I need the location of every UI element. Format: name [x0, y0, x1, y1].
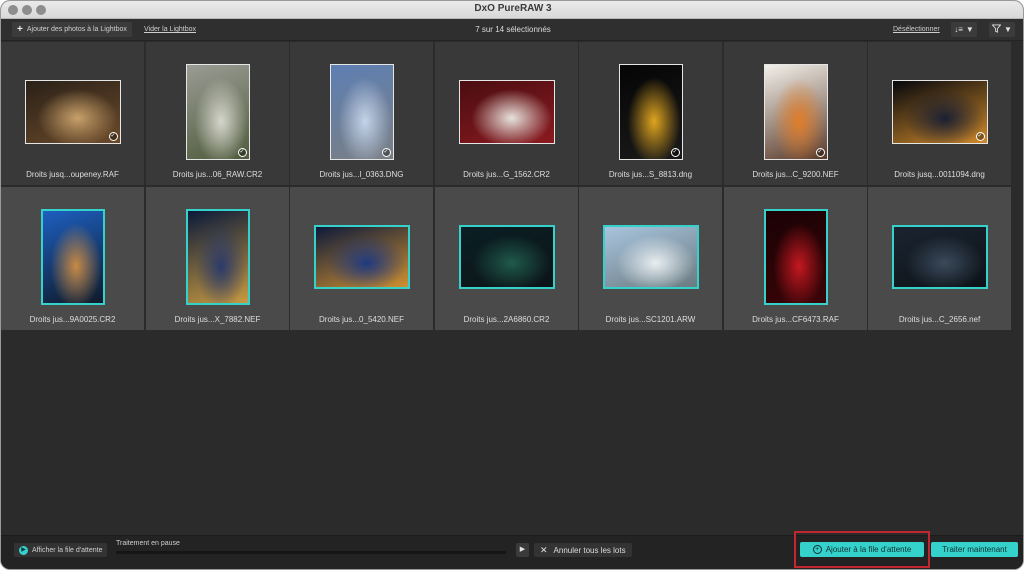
photo-thumbnail[interactable]: ✓ [329, 64, 394, 160]
add-to-queue-button[interactable]: + Ajouter à la file d'attente [800, 542, 924, 557]
checkmark-icon: ✓ [975, 132, 985, 141]
photo-thumbnail[interactable]: ✓ [618, 64, 683, 160]
photo-filename: Droits jus...9A0025.CR2 [29, 315, 116, 324]
photo-cell[interactable]: ✓ Droits jus...S_8813.dng [579, 42, 722, 185]
photo-thumbnail[interactable] [602, 225, 699, 289]
photo-filename: Droits jus...C_9200.NEF [752, 170, 839, 179]
photo-cell[interactable]: Droits jus...9A0025.CR2 [1, 187, 144, 330]
photo-thumbnail[interactable]: ✓ [24, 80, 121, 144]
clear-lightbox-link[interactable]: Vider la Lightbox [144, 26, 196, 33]
cancel-all-label: Annuler tous les lots [553, 545, 626, 555]
process-now-button[interactable]: Traiter maintenant [931, 542, 1018, 557]
photo-thumbnail[interactable] [458, 225, 555, 289]
photo-cell[interactable]: Droits jus...CF6473.RAF [724, 187, 867, 330]
photo-filename: Droits jus...C_2656.nef [898, 315, 981, 324]
filter-icon [991, 24, 1002, 35]
photo-cell[interactable]: ✓ Droits jus...l_0363.DNG [290, 42, 433, 185]
add-photos-label: Ajouter des photos à la Lightbox [26, 26, 127, 33]
photo-filename: Droits jus...S_8813.dng [608, 170, 693, 179]
photo-thumbnail[interactable] [40, 209, 105, 305]
photo-cell[interactable]: Droits jus...2A6860.CR2 [435, 187, 578, 330]
scrollbar[interactable] [1013, 43, 1021, 533]
app-window: DxO PureRAW 3 + Ajouter des photos à la … [0, 0, 1024, 570]
toolbar: + Ajouter des photos à la Lightbox Vider… [1, 19, 1023, 41]
photo-filename: Droits jus...X_7882.NEF [174, 315, 261, 324]
progress-bar [116, 551, 506, 554]
sort-button[interactable]: ↓≡ ▼ [951, 22, 977, 37]
photo-filename: Droits jus...CF6473.RAF [752, 315, 839, 324]
checkmark-icon: ✓ [108, 132, 118, 141]
checkmark-icon: ✓ [815, 148, 825, 157]
plus-icon: + [17, 23, 23, 35]
photo-filename: Droits jus...06_RAW.CR2 [172, 170, 263, 179]
title-bar: DxO PureRAW 3 [1, 1, 1023, 19]
photo-thumbnail[interactable] [891, 225, 988, 289]
window-title: DxO PureRAW 3 [474, 3, 552, 14]
deselect-link[interactable]: Désélectionner [893, 26, 940, 33]
photo-cell[interactable]: ✓ Droits jus...06_RAW.CR2 [146, 42, 289, 185]
show-queue-button[interactable]: ▶ Afficher la file d'attente [14, 543, 108, 557]
processing-status: Traitement en pause [116, 540, 180, 547]
photo-thumbnail[interactable]: ✓ [891, 80, 988, 144]
play-icon: ▶ [519, 546, 526, 553]
photo-cell[interactable]: ✓ Droits jusq...0011094.dng [868, 42, 1011, 185]
photo-cell[interactable]: Droits jus...G_1562.CR2 [435, 42, 578, 185]
queue-icon: ▶ [19, 545, 28, 555]
sort-icon: ↓≡ [954, 25, 963, 34]
resume-button[interactable]: ▶ [516, 543, 529, 557]
photo-thumbnail[interactable]: ✓ [185, 64, 250, 160]
photo-cell[interactable]: ✓ Droits jus...C_9200.NEF [724, 42, 867, 185]
photo-filename: Droits jus...0_5420.NEF [319, 315, 404, 324]
photo-filename: Droits jus...l_0363.DNG [319, 170, 404, 179]
photo-thumbnail[interactable]: ✓ [763, 64, 828, 160]
photo-filename: Droits jus...2A6860.CR2 [463, 315, 550, 324]
cancel-all-button[interactable]: ✕ Annuler tous les lots [534, 543, 632, 557]
checkmark-icon: ✓ [670, 148, 680, 157]
photo-cell[interactable]: Droits jus...SC1201.ARW [579, 187, 722, 330]
add-circle-icon: + [812, 545, 822, 554]
photo-cell[interactable]: Droits jus...X_7882.NEF [146, 187, 289, 330]
chevron-down-icon: ▼ [965, 25, 974, 34]
photo-cell[interactable]: ✓ Droits jusq...oupeney.RAF [1, 42, 144, 185]
photo-cell[interactable]: Droits jus...0_5420.NEF [290, 187, 433, 330]
photo-filename: Droits jus...SC1201.ARW [605, 315, 696, 324]
photo-filename: Droits jusq...oupeney.RAF [26, 170, 119, 179]
photo-cell[interactable]: Droits jus...C_2656.nef [868, 187, 1011, 330]
add-photos-button[interactable]: + Ajouter des photos à la Lightbox [12, 22, 132, 37]
add-to-queue-label: Ajouter à la file d'attente [825, 545, 912, 554]
chevron-down-icon: ▼ [1004, 25, 1012, 34]
filter-button[interactable]: ▼ [989, 22, 1015, 37]
photo-thumbnail[interactable] [313, 225, 410, 289]
photo-thumbnail[interactable] [185, 209, 250, 305]
photo-filename: Droits jusq...0011094.dng [894, 170, 985, 179]
checkmark-icon: ✓ [237, 148, 247, 157]
photo-filename: Droits jus...G_1562.CR2 [463, 170, 550, 179]
close-icon: ✕ [540, 544, 548, 555]
process-now-label: Traiter maintenant [942, 545, 1007, 554]
checkmark-icon: ✓ [381, 148, 391, 157]
photo-thumbnail[interactable] [763, 209, 828, 305]
show-queue-label: Afficher la file d'attente [32, 546, 103, 554]
photo-thumbnail[interactable] [458, 80, 555, 144]
